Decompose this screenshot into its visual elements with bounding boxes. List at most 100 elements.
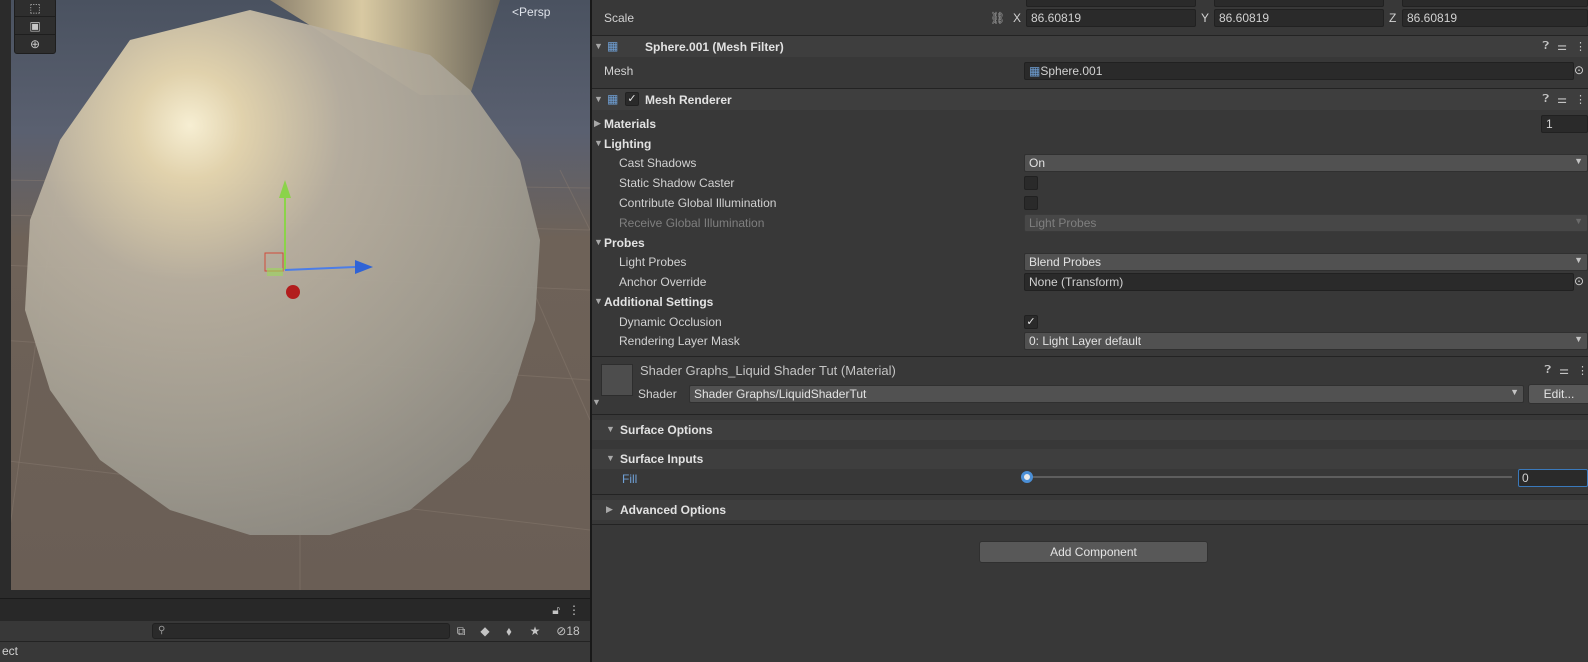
project-panel: 🔓︎ ⋮ ⚲ ⧉ ◆ ⬧ ★ ⊘18 ect [0, 598, 590, 662]
rotation-row [592, 0, 1588, 8]
anchor-override-row: Anchor Override None (Transform) ⊙ [592, 272, 1588, 292]
collapse-arrow-icon[interactable]: ▼ [594, 138, 603, 148]
scale-z-axis-label: Z [1389, 11, 1397, 25]
advanced-options-row[interactable]: ▶ Advanced Options [592, 500, 1588, 520]
receive-gi-value: Light Probes [1029, 216, 1097, 230]
collapse-arrow-icon[interactable]: ▼ [594, 237, 603, 247]
mesh-value: Sphere.001 [1040, 64, 1103, 78]
rendering-layer-dropdown[interactable]: 0: Light Layer default ▼ [1024, 332, 1588, 350]
scene-viewport-render [0, 0, 590, 598]
collapse-arrow-icon[interactable]: ▼ [594, 296, 603, 306]
additional-settings-row[interactable]: ▼ Additional Settings [592, 292, 1588, 312]
materials-count-field[interactable]: 1 [1541, 115, 1588, 133]
lock-icon[interactable]: 🔓︎ [552, 603, 560, 618]
fill-slider-knob[interactable] [1021, 471, 1033, 483]
presets-icon[interactable]: ⚌ [1557, 40, 1567, 53]
separator [592, 414, 1588, 415]
separator [592, 356, 1588, 357]
scale-x-field[interactable]: 86.60819 [1026, 9, 1196, 27]
transform-tool-icon[interactable]: ⊕ [15, 35, 55, 53]
more-options-icon[interactable]: ⋮ [568, 603, 580, 617]
rotation-z-field[interactable] [1402, 0, 1588, 7]
scale-row: Scale ⛓ X 86.60819 Y 86.60819 Z 86.60819 [592, 8, 1588, 28]
presets-icon[interactable]: ⚌ [1557, 93, 1567, 106]
dropdown-arrow-icon: ▼ [1574, 334, 1583, 344]
edit-shader-button[interactable]: Edit... [1528, 384, 1588, 404]
probes-row[interactable]: ▼ Probes [592, 233, 1588, 253]
separator [592, 524, 1588, 525]
rotation-y-field[interactable] [1214, 0, 1384, 7]
surface-options-row[interactable]: ▼ Surface Options [592, 420, 1588, 440]
scale-tool-icon[interactable]: ⬚ [15, 0, 55, 17]
anchor-override-field[interactable]: None (Transform) [1024, 273, 1574, 291]
favorite-star-icon[interactable]: ★ [526, 623, 544, 639]
mesh-label: Mesh [604, 64, 634, 78]
eye-slash-icon: ⊘ [556, 624, 567, 638]
expand-arrow-icon[interactable]: ▶ [606, 504, 613, 515]
object-picker-icon[interactable]: ⊙ [1574, 274, 1584, 288]
scale-y-axis-label: Y [1201, 11, 1210, 25]
receive-gi-label: Receive Global Illumination [619, 216, 765, 230]
component-menu-icon[interactable]: ⋮ [1575, 93, 1586, 106]
anchor-override-label: Anchor Override [619, 275, 707, 289]
surface-options-label: Surface Options [620, 423, 713, 437]
mesh-row: Mesh ▦Sphere.001 ⊙ [592, 61, 1588, 81]
materials-label: Materials [604, 117, 657, 131]
add-component-button[interactable]: Add Component [979, 541, 1208, 563]
fill-row: Fill [592, 469, 1588, 489]
dynamic-occlusion-checkbox[interactable]: ✓ [1024, 315, 1038, 329]
rotation-x-field[interactable] [1026, 0, 1196, 7]
material-preview-thumbnail [601, 364, 633, 396]
project-footer: ect [0, 641, 590, 662]
object-picker-icon[interactable]: ⊙ [1574, 63, 1584, 77]
help-icon[interactable]: ❓︎ [1545, 364, 1552, 377]
presets-icon[interactable]: ⚌ [1559, 364, 1569, 377]
light-probes-dropdown[interactable]: Blend Probes ▼ [1024, 253, 1588, 271]
dynamic-occlusion-row: Dynamic Occlusion ✓ [592, 312, 1588, 332]
search-by-type-icon[interactable]: ⧉ [452, 623, 470, 639]
help-icon[interactable]: ❓︎ [1543, 93, 1550, 106]
rendering-layer-row: Rendering Layer Mask 0: Light Layer defa… [592, 331, 1588, 351]
scene-bottom-border [0, 590, 590, 598]
materials-row[interactable]: ▶ Materials 1 [592, 114, 1588, 134]
contribute-gi-checkbox[interactable] [1024, 196, 1038, 210]
scene-view[interactable]: ⬚ ▣ ⊕ <Persp [0, 0, 590, 598]
surface-inputs-row[interactable]: ▼ Surface Inputs [592, 449, 1588, 469]
expand-arrow-icon[interactable]: ▶ [594, 118, 601, 129]
collapse-arrow-icon[interactable]: ▼ [594, 41, 603, 51]
constrain-proportions-icon[interactable]: ⛓ [990, 11, 1005, 25]
cast-shadows-dropdown[interactable]: On ▼ [1024, 154, 1588, 172]
mesh-renderer-enabled-checkbox[interactable]: ✓ [625, 92, 639, 106]
light-probes-row: Light Probes Blend Probes ▼ [592, 252, 1588, 272]
fill-slider-track[interactable] [1024, 476, 1512, 478]
mesh-renderer-icon: ▦ [607, 92, 619, 106]
collapse-arrow-icon[interactable]: ▼ [592, 397, 601, 407]
help-icon[interactable]: ❓︎ [1543, 40, 1550, 53]
inspector-panel: Scale ⛓ X 86.60819 Y 86.60819 Z 86.60819… [592, 0, 1588, 662]
shader-dropdown[interactable]: Shader Graphs/LiquidShaderTut ▼ [689, 385, 1524, 403]
static-shadow-checkbox[interactable] [1024, 176, 1038, 190]
receive-gi-dropdown: Light Probes ▼ [1024, 214, 1588, 232]
shader-label: Shader [638, 387, 677, 401]
persp-label[interactable]: <Persp [512, 5, 550, 19]
mesh-renderer-header[interactable]: ▼ ▦ ✓ Mesh Renderer ❓︎ ⚌ ⋮ [592, 88, 1588, 110]
additional-settings-label: Additional Settings [604, 295, 714, 309]
component-menu-icon[interactable]: ⋮ [1577, 364, 1588, 377]
mesh-filter-header[interactable]: ▼ ▦ Sphere.001 (Mesh Filter) ❓︎ ⚌ ⋮ [592, 35, 1588, 57]
fill-label: Fill [622, 472, 638, 486]
fill-value-field[interactable]: 0 [1518, 469, 1588, 487]
scale-z-field[interactable]: 86.60819 [1402, 9, 1588, 27]
rect-tool-icon[interactable]: ▣ [15, 17, 55, 35]
scene-toolstrip: ⬚ ▣ ⊕ [14, 0, 56, 54]
component-menu-icon[interactable]: ⋮ [1575, 40, 1586, 53]
filter-type-icon[interactable]: ◆ [476, 623, 494, 639]
collapse-arrow-icon[interactable]: ▼ [594, 94, 603, 104]
scale-y-field[interactable]: 86.60819 [1214, 9, 1384, 27]
project-search-input[interactable]: ⚲ [152, 623, 450, 639]
mesh-object-field[interactable]: ▦Sphere.001 [1024, 62, 1574, 80]
collapse-arrow-icon[interactable]: ▼ [606, 453, 615, 463]
collapse-arrow-icon[interactable]: ▼ [606, 424, 615, 434]
label-filter-icon[interactable]: ⬧ [500, 623, 518, 639]
lighting-row[interactable]: ▼ Lighting [592, 134, 1588, 154]
hidden-packages-toggle[interactable]: ⊘18 [550, 623, 586, 639]
